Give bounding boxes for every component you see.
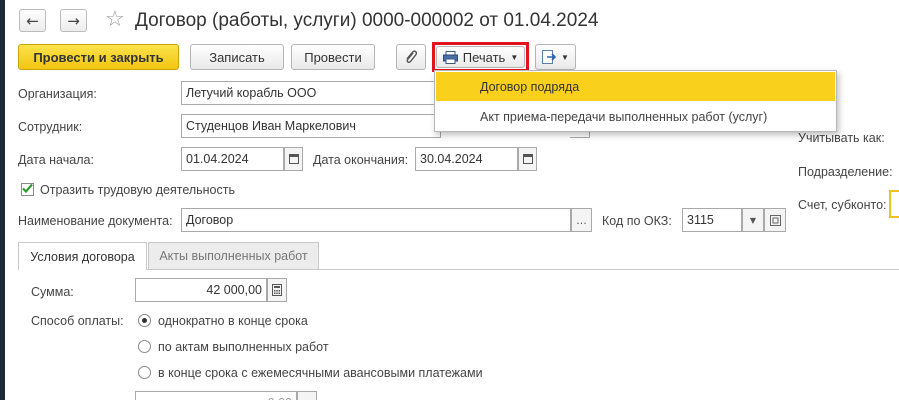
back-button[interactable]: ← bbox=[19, 9, 46, 32]
payment-option-once: однократно в конце срока bbox=[158, 314, 308, 328]
checkmark-icon bbox=[22, 183, 33, 194]
payment-radio-monthly[interactable] bbox=[138, 366, 151, 379]
payment-label: Способ оплаты: bbox=[31, 314, 124, 328]
okz-open-button[interactable] bbox=[764, 208, 786, 232]
start-date-calendar-button[interactable] bbox=[284, 147, 303, 171]
org-field[interactable]: Летучий корабль ООО bbox=[181, 81, 441, 105]
payment-radio-once[interactable] bbox=[138, 314, 151, 327]
print-label: Печать bbox=[462, 49, 506, 65]
employee-label: Сотрудник: bbox=[18, 120, 83, 134]
print-menu: Договор подряда Акт приема-передачи выпо… bbox=[434, 70, 837, 132]
end-date-calendar-button[interactable] bbox=[518, 147, 537, 171]
menu-item-act[interactable]: Акт приема-передачи выполненных работ (у… bbox=[436, 102, 835, 131]
payment-option-acts: по актам выполненных работ bbox=[158, 340, 329, 354]
docname-select-button[interactable]: ... bbox=[571, 208, 592, 232]
tab-acts[interactable]: Акты выполненных работ bbox=[148, 242, 319, 269]
okz-dropdown-button[interactable]: ▼ bbox=[742, 208, 764, 232]
save-button[interactable]: Записать bbox=[190, 44, 284, 70]
org-label: Организация: bbox=[18, 87, 97, 101]
docname-field[interactable]: Договор bbox=[181, 208, 571, 232]
attach-button[interactable] bbox=[396, 44, 426, 70]
forward-button[interactable]: → bbox=[60, 9, 87, 32]
chevron-down-icon: ▼ bbox=[561, 52, 569, 62]
subconto-field[interactable] bbox=[889, 190, 899, 218]
end-date-field[interactable]: 30.04.2024 bbox=[415, 147, 518, 171]
page-title: Договор (работы, услуги) 0000-000002 от … bbox=[135, 10, 599, 31]
print-button[interactable]: Печать ▼ bbox=[436, 46, 525, 68]
partial-calculator-button[interactable] bbox=[297, 391, 317, 400]
start-date-field[interactable]: 01.04.2024 bbox=[181, 147, 284, 171]
chevron-down-icon: ▼ bbox=[510, 52, 519, 62]
tab-conditions[interactable]: Условия договора bbox=[18, 242, 147, 270]
chevron-down-icon: ▼ bbox=[749, 215, 757, 225]
post-and-close-button[interactable]: Провести и закрыть bbox=[18, 44, 179, 70]
end-date-label: Дата окончания: bbox=[313, 153, 409, 167]
export-icon bbox=[542, 50, 557, 64]
paperclip-icon bbox=[406, 50, 418, 64]
okz-label: Код по ОКЗ: bbox=[602, 214, 672, 228]
reflect-checkbox[interactable] bbox=[21, 183, 34, 196]
document-window: ← → ☆ Договор (работы, услуги) 0000-0000… bbox=[5, 0, 899, 400]
calculator-icon bbox=[272, 284, 282, 296]
payment-radio-acts[interactable] bbox=[138, 340, 151, 353]
calendar-icon bbox=[522, 154, 533, 164]
sum-label: Сумма: bbox=[31, 285, 74, 299]
calculator-button[interactable] bbox=[267, 278, 287, 302]
tab-active-joiner bbox=[19, 268, 146, 270]
tab-divider bbox=[18, 269, 899, 270]
subconto-label: Счет, субконто: bbox=[798, 198, 887, 212]
arrow-left-icon: ← bbox=[26, 11, 39, 30]
account-label: Учитывать как: bbox=[798, 131, 885, 145]
payment-option-monthly: в конце срока с ежемесячными авансовыми … bbox=[158, 366, 483, 380]
post-button[interactable]: Провести bbox=[291, 44, 375, 70]
export-button[interactable]: ▼ bbox=[535, 44, 576, 70]
printer-icon bbox=[442, 50, 458, 64]
employee-field[interactable]: Студенцов Иван Маркелович bbox=[181, 114, 441, 138]
menu-item-contract[interactable]: Договор подряда bbox=[436, 72, 835, 101]
okz-field[interactable]: 3115 bbox=[682, 208, 742, 232]
calendar-icon bbox=[288, 154, 299, 164]
department-label: Подразделение: bbox=[798, 165, 893, 179]
partial-amount-field[interactable]: 0,00 bbox=[135, 391, 297, 400]
reflect-label: Отразить трудовую деятельность bbox=[40, 183, 236, 197]
docname-label: Наименование документа: bbox=[18, 214, 173, 228]
arrow-right-icon: → bbox=[67, 11, 80, 30]
star-icon[interactable]: ☆ bbox=[105, 8, 125, 32]
sum-field[interactable]: 42 000,00 bbox=[135, 278, 267, 302]
open-link-icon bbox=[769, 214, 781, 226]
start-date-label: Дата начала: bbox=[18, 153, 94, 167]
